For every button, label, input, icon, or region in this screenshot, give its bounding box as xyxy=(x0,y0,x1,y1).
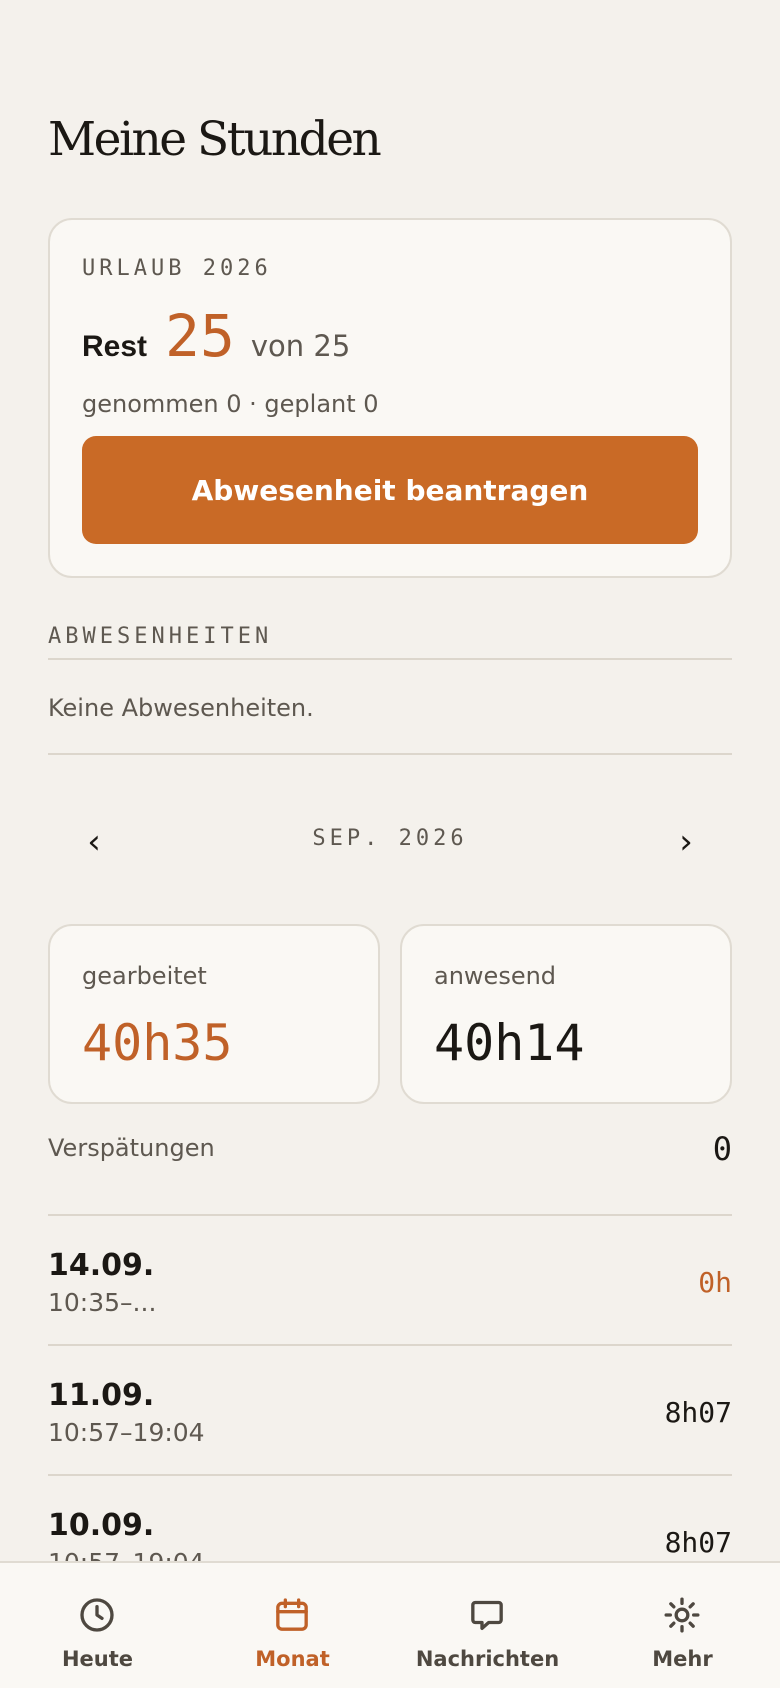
tab-label: Mehr xyxy=(652,1647,713,1671)
absences-empty-text: Keine Abwesenheiten. xyxy=(48,694,314,722)
next-month-button[interactable]: › xyxy=(658,814,714,870)
entry-hours: 0h xyxy=(698,1266,732,1299)
chat-bubble-icon xyxy=(471,1600,503,1630)
divider xyxy=(48,658,732,660)
entry-date: 10.09. xyxy=(48,1508,155,1543)
lateness-row: Verspätungen 0 xyxy=(48,1130,732,1170)
lateness-label: Verspätungen xyxy=(48,1134,215,1162)
divider xyxy=(48,753,732,755)
request-absence-button[interactable]: Abwesenheit beantragen xyxy=(82,436,698,544)
time-entries-list: 14.09. 10:35–... 0h 11.09. 10:57–19:04 8… xyxy=(48,1214,732,1604)
worked-hours-card: gearbeitet 40h35 xyxy=(48,924,380,1104)
screen: Meine Stunden URLAUB 2026 Rest 25 von 25… xyxy=(0,0,780,1688)
vacation-card: URLAUB 2026 Rest 25 von 25 genommen 0 · … xyxy=(48,218,732,578)
absences-section-title: ABWESENHEITEN xyxy=(48,624,273,649)
rest-label: Rest xyxy=(82,330,148,363)
rest-value: 25 xyxy=(165,302,235,370)
entry-date: 14.09. xyxy=(48,1248,155,1283)
vacation-summary: genommen 0 · geplant 0 xyxy=(82,390,379,418)
present-hours-card: anwesend 40h14 xyxy=(400,924,732,1104)
entry-time-range: 10:35–... xyxy=(48,1288,157,1317)
present-value: 40h14 xyxy=(434,1014,585,1072)
time-entry-row[interactable]: 14.09. 10:35–... 0h xyxy=(48,1214,732,1344)
tab-mehr[interactable]: Mehr xyxy=(585,1563,780,1688)
vacation-rest-row: Rest 25 von 25 xyxy=(82,302,350,370)
page-title: Meine Stunden xyxy=(48,112,382,167)
tab-label: Monat xyxy=(255,1647,330,1671)
time-entry-row[interactable]: 11.09. 10:57–19:04 8h07 xyxy=(48,1344,732,1474)
entry-hours: 8h07 xyxy=(664,1526,732,1559)
worked-label: gearbeitet xyxy=(82,962,207,990)
entry-time-range: 10:57–19:04 xyxy=(48,1418,205,1447)
tab-label: Nachrichten xyxy=(415,1647,560,1671)
bottom-tab-bar: Heute Monat Nachrichten Mehr xyxy=(0,1561,780,1688)
entry-hours: 8h07 xyxy=(664,1396,732,1429)
lateness-value: 0 xyxy=(712,1130,732,1168)
tab-heute[interactable]: Heute xyxy=(0,1563,195,1688)
tab-label: Heute xyxy=(61,1647,134,1671)
vacation-eyebrow: URLAUB 2026 xyxy=(82,256,272,281)
present-label: anwesend xyxy=(434,962,557,990)
tab-monat[interactable]: Monat xyxy=(195,1563,390,1688)
tab-nachrichten[interactable]: Nachrichten xyxy=(390,1563,585,1688)
clock-icon xyxy=(80,1598,114,1632)
calendar-icon xyxy=(276,1598,308,1631)
entry-date: 11.09. xyxy=(48,1378,155,1413)
month-label: SEP. 2026 xyxy=(312,826,468,851)
worked-value: 40h35 xyxy=(82,1014,233,1072)
sun-icon xyxy=(664,1597,700,1633)
rest-total: von 25 xyxy=(250,329,351,363)
month-navigator: ‹ SEP. 2026 › xyxy=(48,814,732,870)
